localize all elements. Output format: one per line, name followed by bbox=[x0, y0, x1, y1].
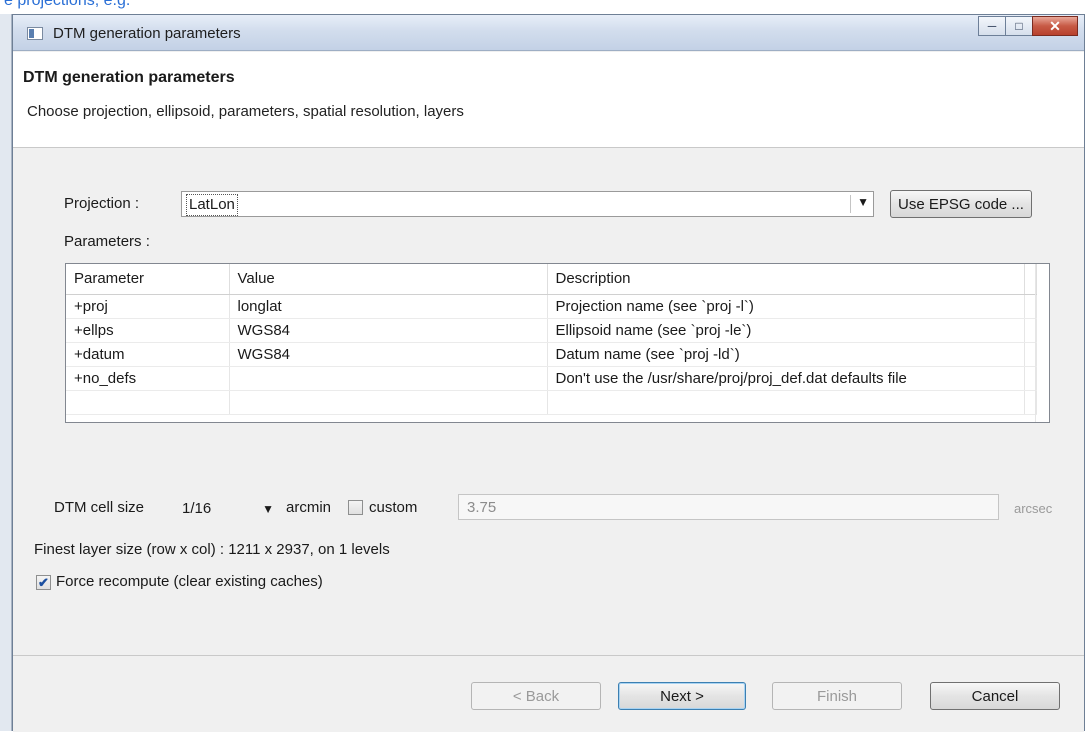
cell-description[interactable]: Datum name (see `proj -ld`) bbox=[547, 342, 1025, 367]
projection-select[interactable]: LatLon ▼ bbox=[181, 191, 874, 217]
dialog-window: DTM generation parameters ─ □ ✕ DTM gene… bbox=[12, 14, 1085, 732]
back-button[interactable]: < Back bbox=[471, 682, 601, 710]
wizard-banner: DTM generation parameters Choose project… bbox=[13, 52, 1084, 148]
cell-parameter[interactable]: +no_defs bbox=[66, 366, 230, 391]
use-epsg-code-button[interactable]: Use EPSG code ... bbox=[890, 190, 1032, 218]
checkmark-icon: ✔ bbox=[38, 575, 49, 590]
cell-parameter[interactable] bbox=[66, 390, 230, 415]
cell-description[interactable]: Ellipsoid name (see `proj -le`) bbox=[547, 318, 1025, 343]
custom-cell-size-input[interactable]: 3.75 bbox=[458, 494, 999, 520]
column-header-description[interactable]: Description bbox=[547, 264, 1025, 295]
cell-size-value: 1/16 bbox=[182, 500, 212, 517]
cell-size-label: DTM cell size bbox=[54, 499, 145, 516]
maximize-button[interactable]: □ bbox=[1005, 16, 1033, 36]
table-row[interactable]: +proj longlat Projection name (see `proj… bbox=[66, 294, 1037, 319]
cell-description[interactable]: Don't use the /usr/share/proj/proj_def.d… bbox=[547, 366, 1025, 391]
projection-label: Projection : bbox=[64, 195, 140, 212]
custom-unit-label: arcsec bbox=[1014, 501, 1053, 516]
window-title: DTM generation parameters bbox=[53, 25, 241, 42]
page-description: Choose projection, ellipsoid, parameters… bbox=[27, 103, 464, 120]
cell-description[interactable]: Projection name (see `proj -l`) bbox=[547, 294, 1025, 319]
custom-cell-size-value: 3.75 bbox=[467, 499, 497, 516]
cell-parameter[interactable]: +datum bbox=[66, 342, 230, 367]
projection-value: LatLon bbox=[186, 194, 238, 216]
chevron-down-icon[interactable]: ▼ bbox=[857, 195, 869, 209]
cancel-button[interactable]: Cancel bbox=[930, 682, 1060, 710]
wizard-footer: < Back Next > Finish Cancel bbox=[13, 655, 1084, 732]
finest-layer-size-info: Finest layer size (row x col) : 1211 x 2… bbox=[34, 541, 390, 558]
custom-label[interactable]: custom bbox=[369, 499, 417, 516]
column-header-value[interactable]: Value bbox=[229, 264, 548, 295]
parameters-label: Parameters : bbox=[64, 233, 150, 250]
column-header-parameter[interactable]: Parameter bbox=[66, 264, 230, 295]
wizard-content: Projection : LatLon ▼ Use EPSG code ... … bbox=[13, 149, 1084, 655]
table-row[interactable] bbox=[66, 390, 1037, 415]
page-title: DTM generation parameters bbox=[23, 69, 235, 86]
title-bar[interactable]: DTM generation parameters ─ □ ✕ bbox=[13, 15, 1084, 51]
app-window-icon bbox=[27, 27, 43, 40]
close-button[interactable]: ✕ bbox=[1032, 16, 1078, 36]
background-window-strip: e projections, e.g. bbox=[0, 0, 1085, 14]
table-row[interactable]: +no_defs Don't use the /usr/share/proj/p… bbox=[66, 366, 1037, 391]
minimize-icon: ─ bbox=[987, 19, 997, 33]
cell-size-select[interactable]: 1/16 ▼ bbox=[173, 496, 281, 522]
cell-value[interactable]: longlat bbox=[229, 294, 548, 319]
cell-value[interactable]: WGS84 bbox=[229, 318, 548, 343]
maximize-icon: □ bbox=[1015, 19, 1023, 33]
dropdown-separator bbox=[850, 195, 851, 213]
cell-parameter[interactable]: +proj bbox=[66, 294, 230, 319]
force-recompute-checkbox[interactable]: ✔ bbox=[36, 575, 51, 590]
cell-value[interactable] bbox=[229, 390, 548, 415]
custom-checkbox[interactable] bbox=[348, 500, 363, 515]
cell-parameter[interactable]: +ellps bbox=[66, 318, 230, 343]
cell-value[interactable] bbox=[229, 366, 548, 391]
chevron-down-icon[interactable]: ▼ bbox=[262, 502, 274, 516]
window-controls: ─ □ ✕ bbox=[978, 16, 1078, 38]
finish-button[interactable]: Finish bbox=[772, 682, 902, 710]
force-recompute-label[interactable]: Force recompute (clear existing caches) bbox=[56, 573, 323, 590]
background-window-text: e projections, e.g. bbox=[4, 0, 131, 9]
cell-value[interactable]: WGS84 bbox=[229, 342, 548, 367]
background-window-edge bbox=[0, 14, 12, 731]
table-row[interactable]: +ellps WGS84 Ellipsoid name (see `proj -… bbox=[66, 318, 1037, 343]
cell-description[interactable] bbox=[547, 390, 1025, 415]
next-button[interactable]: Next > bbox=[618, 682, 746, 710]
parameters-table[interactable]: Parameter Value Description +proj longla… bbox=[65, 263, 1050, 423]
close-icon: ✕ bbox=[1049, 17, 1061, 34]
cell-size-unit: arcmin bbox=[286, 499, 332, 516]
table-header-row: Parameter Value Description bbox=[66, 264, 1037, 295]
minimize-button[interactable]: ─ bbox=[978, 16, 1006, 36]
table-row[interactable]: +datum WGS84 Datum name (see `proj -ld`) bbox=[66, 342, 1037, 367]
table-scroll-rail[interactable] bbox=[1035, 264, 1049, 422]
